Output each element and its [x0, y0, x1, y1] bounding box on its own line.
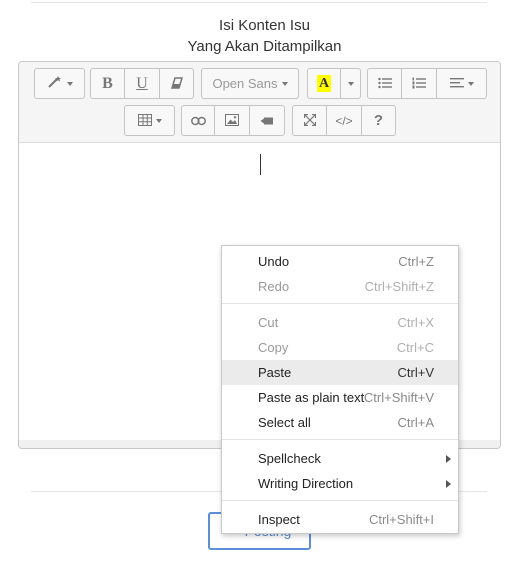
text-cursor	[260, 154, 261, 175]
magic-wand-icon	[47, 75, 63, 92]
bold-button[interactable]: B	[90, 68, 125, 99]
underline-button[interactable]: U	[124, 68, 160, 99]
paragraph-align-dropdown[interactable]	[436, 68, 487, 99]
menu-item-label: Undo	[258, 254, 290, 269]
insert-link-button[interactable]	[181, 105, 215, 136]
font-name-group: Open Sans	[201, 68, 299, 99]
picture-icon	[225, 113, 239, 129]
menu-item-shortcut: Ctrl+C	[396, 340, 434, 355]
unordered-list-icon	[377, 76, 392, 92]
code-icon: </>	[335, 113, 353, 128]
style-group	[34, 68, 85, 99]
font-style-group: B U	[90, 68, 194, 99]
menu-item-label: Paste	[258, 365, 292, 380]
menu-item-shortcut: Ctrl+Shift+I	[368, 512, 434, 527]
menu-item-shortcut: Ctrl+Shift+Z	[364, 279, 434, 294]
link-icon	[190, 113, 206, 129]
ordered-list-button[interactable]	[401, 68, 437, 99]
chevron-right-icon	[446, 480, 451, 488]
menu-item-inspect[interactable]: Inspect Ctrl+Shift+I	[222, 507, 458, 532]
menu-item-shortcut: Ctrl+X	[397, 315, 434, 330]
menu-item-paste-plain-text[interactable]: Paste as plain text Ctrl+Shift+V	[222, 385, 458, 410]
text-color-icon: A	[317, 75, 331, 92]
color-dropdown-button[interactable]	[340, 68, 361, 99]
font-name-dropdown[interactable]: Open Sans	[201, 68, 299, 99]
menu-item-label: Redo	[258, 279, 290, 294]
font-name-label: Open Sans	[212, 76, 278, 91]
style-dropdown-button[interactable]	[34, 68, 85, 99]
heading-line-1: Isi Konten Isu	[219, 17, 310, 34]
menu-item-paste[interactable]: Paste Ctrl+V	[222, 360, 458, 385]
menu-item-label: Writing Direction	[258, 476, 354, 491]
video-icon	[260, 113, 274, 129]
chevron-down-icon	[66, 81, 73, 86]
menu-item-shortcut: Ctrl+Z	[398, 254, 434, 269]
chevron-down-icon	[467, 81, 474, 86]
table-icon	[137, 113, 152, 129]
ordered-list-icon	[412, 76, 426, 92]
heading-line-2: Yang Akan Ditampilkan	[187, 38, 342, 55]
help-icon: ?	[373, 112, 384, 129]
insert-video-button[interactable]	[249, 105, 285, 136]
chevron-down-icon	[347, 81, 354, 86]
top-divider	[31, 2, 487, 3]
menu-item-redo[interactable]: Redo Ctrl+Shift+Z	[222, 274, 458, 299]
context-menu: Undo Ctrl+Z Redo Ctrl+Shift+Z Cut Ctrl+X…	[221, 245, 459, 534]
menu-item-shortcut: Ctrl+A	[397, 415, 434, 430]
insert-group	[181, 105, 285, 136]
menu-item-shortcut: Ctrl+V	[397, 365, 434, 380]
menu-item-shortcut: Ctrl+Shift+V	[363, 390, 434, 405]
misc-group: </> ?	[292, 105, 396, 136]
menu-item-label: Copy	[258, 340, 289, 355]
table-dropdown-button[interactable]	[124, 105, 175, 136]
table-group	[124, 105, 175, 136]
menu-separator	[222, 439, 458, 440]
color-group: A	[307, 68, 361, 99]
editor-toolbar: B U Open Sans A </> ?	[19, 62, 500, 143]
insert-picture-button[interactable]	[214, 105, 250, 136]
align-icon	[449, 76, 464, 92]
menu-separator	[222, 303, 458, 304]
menu-item-label: Inspect	[258, 512, 300, 527]
eraser-icon	[170, 76, 183, 92]
menu-item-select-all[interactable]: Select all Ctrl+A	[222, 410, 458, 435]
chevron-down-icon	[281, 81, 288, 86]
menu-item-label: Select all	[258, 415, 311, 430]
menu-item-spellcheck[interactable]: Spellcheck	[222, 446, 458, 471]
menu-item-label: Paste as plain text	[258, 390, 365, 405]
unordered-list-button[interactable]	[367, 68, 402, 99]
menu-item-writing-direction[interactable]: Writing Direction	[222, 471, 458, 496]
menu-item-cut[interactable]: Cut Ctrl+X	[222, 310, 458, 335]
fullscreen-button[interactable]	[292, 105, 327, 136]
recent-color-button[interactable]: A	[307, 68, 341, 99]
menu-separator	[222, 500, 458, 501]
page-heading: Isi Konten Isu Yang Akan Ditampilkan	[0, 15, 529, 57]
menu-item-label: Spellcheck	[258, 451, 321, 466]
underline-icon: U	[136, 74, 148, 92]
clear-format-button[interactable]	[159, 68, 194, 99]
bold-icon: B	[102, 74, 113, 92]
menu-item-copy[interactable]: Copy Ctrl+C	[222, 335, 458, 360]
help-button[interactable]: ?	[361, 105, 396, 136]
code-view-button[interactable]: </>	[326, 105, 362, 136]
chevron-down-icon	[155, 118, 162, 123]
chevron-right-icon	[446, 455, 451, 463]
menu-item-label: Cut	[258, 315, 279, 330]
menu-item-undo[interactable]: Undo Ctrl+Z	[222, 249, 458, 274]
paragraph-group	[367, 68, 487, 99]
fullscreen-icon	[303, 113, 316, 129]
